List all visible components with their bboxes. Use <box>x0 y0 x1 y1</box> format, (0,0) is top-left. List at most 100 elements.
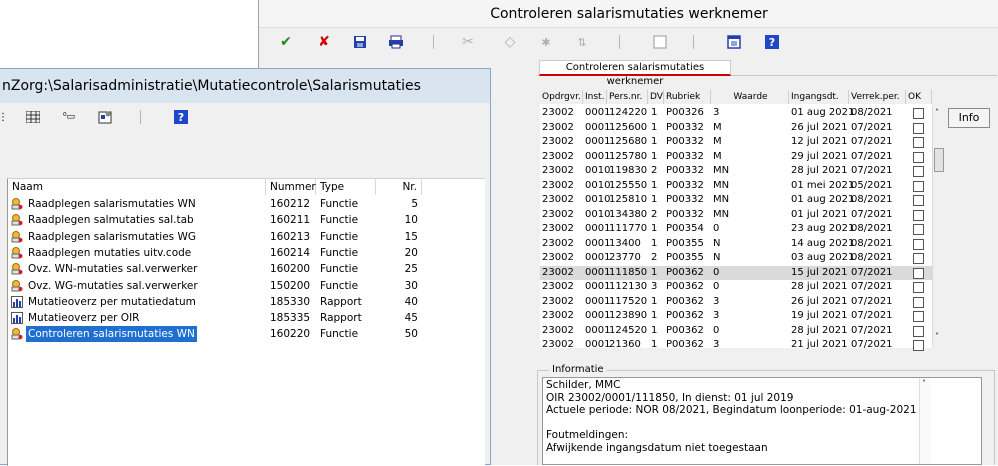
grid-header-persnr[interactable]: Pers.nr. <box>607 90 648 104</box>
checkbox-icon[interactable] <box>651 33 669 51</box>
ok-checkbox[interactable] <box>913 253 924 264</box>
table-row[interactable]: 23002 0001 123890 1 P00362 3 19 jul 2021 07/202… <box>540 309 932 324</box>
ok-checkbox[interactable] <box>913 325 924 337</box>
item-nr: 50 <box>404 328 418 341</box>
list-icon[interactable]: ⋮ <box>0 108 12 126</box>
ok-checkbox[interactable] <box>913 267 924 279</box>
table-row[interactable]: 23002 0001 111850 1 P00362 0 15 jul 2021 07/202… <box>540 265 932 280</box>
list-item[interactable]: Mutatieoverz per mutatiedatum 185330 Rappo… <box>8 294 486 310</box>
table-row[interactable]: 23002 0001 21360 1 P00362 3 21 jul 2021 07/2021 <box>540 338 932 353</box>
tab-controleren[interactable]: Controleren salarismutaties werknemer <box>539 60 731 87</box>
grid-header-ok[interactable]: OK <box>906 90 932 104</box>
table-row[interactable]: 23002 0001 23770 2 P00355 N 03 aug 2021 08/2021 <box>540 251 932 266</box>
print-icon[interactable] <box>387 33 405 51</box>
item-nr: 10 <box>404 214 418 227</box>
star-icon[interactable]: ✱ <box>537 33 555 51</box>
ok-checkbox[interactable] <box>913 340 924 351</box>
list-item[interactable]: Raadplegen salmutaties sal.tab 160211 Func… <box>8 212 486 228</box>
info-scrollbar[interactable]: ˄ <box>919 378 931 464</box>
save-icon[interactable] <box>351 33 369 51</box>
eraser-icon[interactable]: ◇ <box>501 33 519 51</box>
info-button[interactable]: Info <box>948 108 990 128</box>
help-icon[interactable]: ? <box>172 108 190 126</box>
window-icon[interactable] <box>725 33 743 51</box>
table-row[interactable]: 23002 0010 119830 2 P00332 MN 28 jul 2021 07/20… <box>540 164 932 179</box>
item-number: 185330 <box>270 295 311 308</box>
ok-checkbox[interactable] <box>913 238 924 250</box>
cell-persnr: 123890 <box>609 310 648 321</box>
table-row[interactable]: 23002 0001 125680 1 P00332 M 12 jul 2021 07/202… <box>540 135 932 150</box>
cancel-icon[interactable]: ✘ <box>315 33 333 51</box>
grid-header-ingangsdt[interactable]: Ingangsdt. <box>789 90 849 104</box>
ok-checkbox[interactable] <box>913 282 924 293</box>
cell-persnr: 124520 <box>609 324 648 336</box>
list-item[interactable]: Mutatieoverz per OIR 185335 Rapport 45 <box>8 310 486 326</box>
list-item[interactable]: Ovz. WN-mutaties sal.verwerker 160200 Func… <box>8 261 486 277</box>
cell-waarde: 3 <box>713 295 720 307</box>
item-name: Controleren salarismutaties WN <box>26 326 197 343</box>
ok-checkbox[interactable] <box>913 195 924 206</box>
ok-checkbox[interactable] <box>913 224 924 235</box>
check-icon[interactable]: ✔ <box>277 33 295 51</box>
grid-header-rubriek[interactable]: Rubriek <box>664 90 711 104</box>
table-row[interactable]: 23002 0001 124520 1 P00362 0 28 jul 2021 07/202… <box>540 324 932 339</box>
table-row[interactable]: 23002 0010 125810 1 P00332 MN 01 aug 2021 08/20… <box>540 193 932 208</box>
info-text[interactable]: Schilder, MMC OIR 23002/0001/111850, In … <box>542 377 982 465</box>
ok-checkbox[interactable] <box>913 151 924 163</box>
cell-ingangsdt: 26 jul 2021 <box>791 121 848 133</box>
grid-icon[interactable] <box>24 108 42 126</box>
table-row[interactable]: 23002 0001 111770 1 P00354 0 23 aug 2021 08/202… <box>540 222 932 237</box>
help-icon[interactable]: ? <box>763 33 781 51</box>
item-number: 160212 <box>270 198 311 210</box>
list-item[interactable]: Raadplegen salarismutaties WG 160213 Funct… <box>8 229 486 245</box>
grid-scrollbar[interactable]: ˄ ˅ <box>932 106 945 346</box>
cell-rubriek: P00362 <box>666 339 704 350</box>
details-icon[interactable]: ⁰▭ <box>60 108 78 126</box>
ok-checkbox[interactable] <box>913 180 924 192</box>
ok-checkbox[interactable] <box>913 122 924 134</box>
function-icon <box>11 230 23 243</box>
cell-opdrgvr: 23002 <box>542 208 574 220</box>
list-header-nr[interactable]: Nr. <box>376 179 422 195</box>
sort-icon[interactable]: ⇅ <box>573 33 591 51</box>
list-item[interactable]: Ovz. WG-mutaties sal.verwerker 150200 Func… <box>8 278 486 294</box>
table-row[interactable]: 23002 0001 124220 1 P00326 3 01 aug 2021 08/202… <box>540 106 932 121</box>
ok-checkbox[interactable] <box>913 108 924 119</box>
cell-dv: 1 <box>651 324 658 336</box>
cell-persnr: 124220 <box>609 107 648 118</box>
ok-checkbox[interactable] <box>913 166 924 177</box>
grid-header-opdrgvr[interactable]: Opdrgvr. <box>540 90 583 104</box>
list-header-nummer[interactable]: Nummer <box>266 179 316 195</box>
table-row[interactable]: 23002 0001 125780 1 P00332 M 29 jul 2021 07/202… <box>540 150 932 165</box>
cell-dv: 1 <box>651 237 658 249</box>
list-header-type[interactable]: Type <box>316 179 376 195</box>
cell-rubriek: P00355 <box>666 237 704 249</box>
list-item[interactable]: Raadplegen mutaties uitv.code 160214 Funct… <box>8 245 486 261</box>
grid-header-verrekper[interactable]: Verrek.per. <box>849 90 906 104</box>
table-row[interactable]: 23002 0001 112130 3 P00362 0 28 jul 2021 07/202… <box>540 280 932 295</box>
table-row[interactable]: 23002 0010 125550 1 P00332 MN 01 mei 2021 05/20… <box>540 179 932 194</box>
properties-icon[interactable] <box>96 108 114 126</box>
cell-waarde: N <box>713 252 721 263</box>
cell-waarde: MN <box>713 179 730 191</box>
ok-checkbox[interactable] <box>913 296 924 308</box>
item-name: Raadplegen salarismutaties WG <box>28 230 196 243</box>
cell-persnr: 125810 <box>609 194 648 205</box>
table-row[interactable]: 23002 0001 125600 1 P00332 M 26 jul 2021 07/202… <box>540 121 932 136</box>
cell-rubriek: P00354 <box>666 223 704 234</box>
cut-icon[interactable]: ✂ <box>459 33 477 51</box>
list-item[interactable]: Controleren salarismutaties WN 160220 Func… <box>8 326 486 343</box>
ok-checkbox[interactable] <box>913 209 924 221</box>
item-number: 160214 <box>270 246 311 259</box>
table-row[interactable]: 23002 0001 117520 1 P00362 3 26 jul 2021 07/202… <box>540 295 932 310</box>
list-header-naam[interactable]: Naam <box>8 179 266 195</box>
grid-header-waarde[interactable]: Waarde <box>711 90 789 104</box>
ok-checkbox[interactable] <box>913 311 924 322</box>
table-row[interactable]: 23002 0010 134380 2 P00332 MN 01 jul 2021 07/20… <box>540 208 932 223</box>
table-row[interactable]: 23002 0001 13400 1 P00355 N 14 aug 2021 08/2021 <box>540 237 932 252</box>
grid-header-dv[interactable]: DV <box>648 90 664 104</box>
grid-header-inst[interactable]: Inst. <box>583 90 607 104</box>
cell-waarde: 3 <box>713 310 720 321</box>
list-item[interactable]: Raadplegen salarismutaties WN 160212 Funct… <box>8 196 486 212</box>
ok-checkbox[interactable] <box>913 137 924 148</box>
